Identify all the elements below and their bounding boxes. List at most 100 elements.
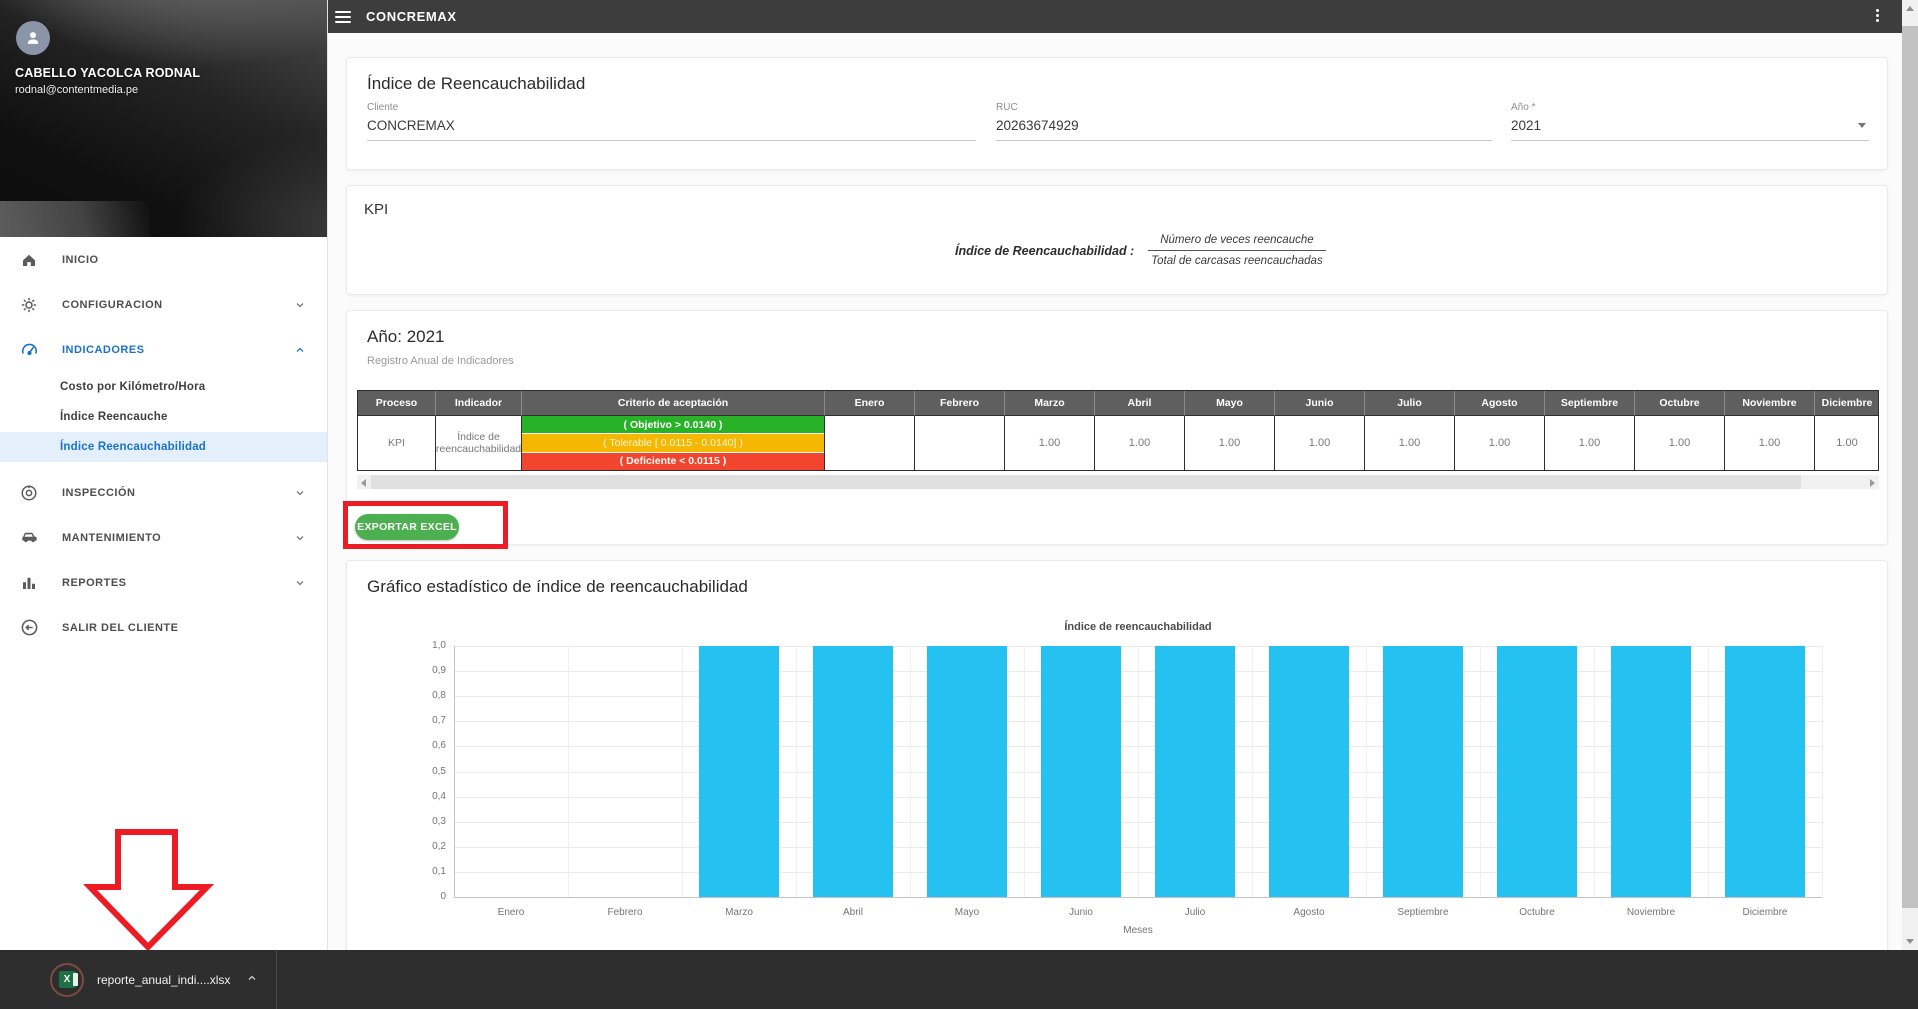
column-header-month: Junio — [1275, 391, 1365, 416]
y-tick-label: 0,8 — [406, 690, 446, 701]
downloaded-file-chip[interactable]: X reporte_anual_indi....xlsx — [50, 950, 277, 1009]
chart-card: Gráfico estadístico de índice de reencau… — [346, 560, 1888, 965]
y-tick-label: 0,7 — [406, 715, 446, 726]
anio-value[interactable]: 2021 — [1511, 113, 1869, 141]
x-tick-label: Junio — [1024, 907, 1138, 918]
criteria-band: ( Objetivo > 0.0140 ) — [522, 416, 824, 434]
anio-label: Año * — [1511, 102, 1869, 113]
download-filename[interactable]: reporte_anual_indi....xlsx — [97, 973, 230, 987]
sidebar-item-inspeccion[interactable]: INSPECCIÓN — [0, 470, 327, 515]
indicadores-submenu: Costo por Kilómetro/Hora Índice Reencauc… — [0, 372, 327, 462]
ruc-field[interactable]: RUC 20263674929 — [996, 102, 1492, 141]
download-bar: X reporte_anual_indi....xlsx Mostrar tod… — [0, 950, 1918, 1009]
table-header-row: ProcesoIndicadorCriterio de aceptaciónEn… — [358, 391, 1878, 416]
chart-bar — [927, 646, 1007, 897]
bar-chart: 00,10,20,30,40,50,60,70,80,91,0EneroFebr… — [347, 561, 1887, 964]
sidebar-item-configuracion[interactable]: CONFIGURACION — [0, 282, 327, 327]
chart-bar — [1611, 646, 1691, 897]
scroll-up-arrow-icon[interactable] — [1906, 6, 1914, 11]
formula-label: Índice de Reencauchabilidad : — [955, 244, 1134, 258]
bar-chart-icon — [18, 572, 40, 594]
chevron-down-icon — [293, 486, 307, 500]
y-tick-label: 0,4 — [406, 791, 446, 802]
column-header-proceso: Proceso — [358, 391, 436, 416]
anio-select-field[interactable]: Año * 2021 — [1511, 102, 1869, 141]
formula-numerator: Número de veces reencauche — [1148, 234, 1325, 251]
chart-bar — [1383, 646, 1463, 897]
gear-icon — [18, 294, 40, 316]
scrollbar-thumb[interactable] — [371, 475, 1801, 489]
chart-bar — [1155, 646, 1235, 897]
x-tick-label: Mayo — [910, 907, 1024, 918]
table-subtitle: Registro Anual de Indicadores — [367, 355, 514, 367]
y-tick-label: 0 — [406, 891, 446, 902]
sidebar-nav: INICIO CONFIGURACION INDICADORES — [0, 237, 327, 650]
y-tick-label: 1,0 — [406, 640, 446, 651]
form-card-title: Índice de Reencauchabilidad — [367, 74, 585, 94]
sidebar-item-costo-por-kilometro-hora[interactable]: Costo por Kilómetro/Hora — [0, 372, 327, 402]
dropdown-arrow-icon[interactable] — [1858, 123, 1866, 128]
cliente-value[interactable]: CONCREMAX — [367, 113, 976, 141]
chart-bar — [813, 646, 893, 897]
more-options-icon[interactable] — [1871, 7, 1883, 24]
gridline — [682, 646, 683, 897]
chevron-up-icon — [293, 343, 307, 357]
y-tick-label: 0,1 — [406, 866, 446, 877]
kpi-card: KPI Índice de Reencauchabilidad : Número… — [346, 185, 1888, 295]
month-value-cell: 1.00 — [1545, 416, 1635, 470]
scrollbar-thumb[interactable] — [1902, 26, 1918, 908]
chevron-down-icon — [293, 298, 307, 312]
sidebar-item-mantenimiento[interactable]: MANTENIMIENTO — [0, 515, 327, 560]
gridline — [1480, 646, 1481, 897]
user-name: CABELLO YACOLCA RODNAL — [15, 66, 200, 80]
sidebar-item-indicadores[interactable]: INDICADORES — [0, 327, 327, 372]
month-value-cell — [825, 416, 915, 470]
sidebar-item-salir-del-cliente[interactable]: SALIR DEL CLIENTE — [0, 605, 327, 650]
sidebar-item-inicio[interactable]: INICIO — [0, 237, 327, 282]
scroll-left-arrow-icon[interactable] — [361, 479, 366, 487]
kpi-formula: Índice de Reencauchabilidad : Número de … — [955, 234, 1326, 267]
y-tick-label: 0,5 — [406, 766, 446, 777]
user-profile-header: CABELLO YACOLCA RODNAL rodnal@contentmed… — [0, 0, 327, 237]
export-excel-button[interactable]: EXPORTAR EXCEL — [355, 514, 459, 540]
month-value-cell — [915, 416, 1005, 470]
indicators-table: ProcesoIndicadorCriterio de aceptaciónEn… — [357, 390, 1879, 471]
month-value-cell: 1.00 — [1275, 416, 1365, 470]
page-scrollbar[interactable] — [1902, 0, 1918, 950]
sidebar: CABELLO YACOLCA RODNAL rodnal@contentmed… — [0, 0, 328, 950]
y-tick-label: 0,2 — [406, 841, 446, 852]
formula-fraction: Número de veces reencauche Total de carc… — [1148, 234, 1325, 267]
chevron-down-icon — [293, 531, 307, 545]
column-header-month: Agosto — [1455, 391, 1545, 416]
x-tick-label: Abril — [796, 907, 910, 918]
x-tick-label: Julio — [1138, 907, 1252, 918]
scroll-down-arrow-icon[interactable] — [1906, 939, 1914, 944]
ruc-value[interactable]: 20263674929 — [996, 113, 1492, 141]
chevron-down-icon — [293, 576, 307, 590]
user-email: rodnal@contentmedia.pe — [15, 84, 138, 96]
avatar — [16, 21, 50, 55]
speedometer-icon — [18, 339, 40, 361]
year-title: Año: 2021 — [367, 327, 445, 347]
x-axis — [454, 897, 1822, 898]
column-header-month: Enero — [825, 391, 915, 416]
column-header-indicador: Indicador — [436, 391, 522, 416]
sidebar-item-reportes[interactable]: REPORTES — [0, 560, 327, 605]
month-value-cell: 1.00 — [1365, 416, 1455, 470]
chevron-up-icon[interactable] — [246, 971, 258, 989]
sidebar-item-indice-reencauchabilidad[interactable]: Índice Reencauchabilidad — [0, 432, 327, 462]
gridline — [1594, 646, 1595, 897]
x-tick-label: Febrero — [568, 907, 682, 918]
x-tick-label: Septiembre — [1366, 907, 1480, 918]
cliente-field[interactable]: Cliente CONCREMAX — [367, 102, 976, 141]
chart-bar — [1497, 646, 1577, 897]
scroll-right-arrow-icon[interactable] — [1870, 479, 1875, 487]
table-horizontal-scrollbar[interactable] — [357, 475, 1879, 489]
gridline — [1024, 646, 1025, 897]
column-header-month: Noviembre — [1725, 391, 1815, 416]
sidebar-item-indice-reencauche[interactable]: Índice Reencauche — [0, 402, 327, 432]
menu-icon[interactable] — [335, 11, 351, 23]
y-tick-label: 0,9 — [406, 665, 446, 676]
tire-icon — [18, 482, 40, 504]
criteria-cell: ( Objetivo > 0.0140 )( Tolerable [ 0.011… — [522, 416, 825, 470]
